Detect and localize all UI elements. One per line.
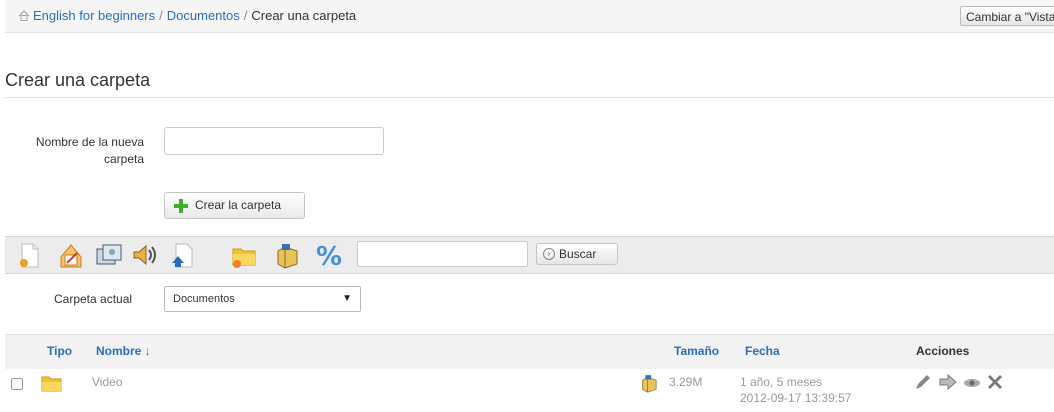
search-input[interactable] (357, 241, 528, 267)
svg-text:%: % (316, 242, 342, 269)
row-name-link[interactable]: Video (92, 375, 122, 389)
table-row: Video 3.29M 1 año, 5 meses 2012-09-17 13… (5, 369, 1054, 412)
breadcrumb-separator: / (159, 8, 163, 23)
page-title: Crear una carpeta (5, 70, 151, 90)
move-arrow-icon[interactable] (938, 372, 958, 392)
chevron-right-icon: › (543, 248, 555, 260)
chevron-down-icon: ▼ (342, 293, 352, 304)
breadcrumb-documents-link[interactable]: Documentos (167, 8, 240, 23)
current-folder-value: Documentos (173, 293, 235, 305)
row-size: 3.29M (669, 375, 703, 389)
folder-icon (41, 376, 62, 392)
edit-pencil-icon[interactable] (913, 372, 933, 392)
quota-icon[interactable]: % (315, 241, 343, 269)
new-document-icon[interactable] (15, 241, 43, 269)
title-divider (5, 97, 1054, 98)
breadcrumb-course-link[interactable]: English for beginners (33, 8, 155, 23)
slideshow-icon[interactable] (95, 241, 123, 269)
column-header-name[interactable]: Nombre ↓ (96, 344, 151, 358)
upload-icon[interactable] (168, 241, 196, 269)
disk-usage-icon[interactable] (273, 241, 301, 269)
row-date-relative: 1 año, 5 meses (740, 375, 823, 389)
current-folder-label: Carpeta actual (54, 292, 133, 306)
delete-x-icon[interactable] (985, 372, 1005, 392)
breadcrumb-separator: / (243, 8, 248, 23)
document-toolbar: % › Buscar (5, 236, 1054, 274)
column-header-date[interactable]: Fecha (745, 344, 780, 358)
current-folder-select[interactable]: Documentos ▼ (164, 286, 361, 312)
folder-name-label: Nombre de la nueva carpeta (35, 135, 144, 166)
column-header-actions: Acciones (916, 344, 970, 358)
column-header-type[interactable]: Tipo (47, 344, 72, 358)
switch-student-view-button[interactable]: Cambiar a "Vista de alumno" (960, 6, 1054, 26)
breadcrumb: English for beginners / Documentos / Crear u… (18, 8, 356, 23)
folder-name-input[interactable] (164, 127, 384, 155)
disk-usage-icon (642, 375, 657, 393)
breadcrumb-bar: English for beginners / Documentos / Crear u… (5, 0, 1054, 33)
new-folder-icon[interactable] (230, 241, 258, 269)
table-header: Tipo Nombre ↓ Tamaño Fecha Acciones (5, 334, 1054, 370)
create-folder-button[interactable]: Crear la carpeta (164, 192, 305, 219)
search-button[interactable]: › Buscar (536, 243, 618, 265)
create-folder-button-label: Crear la carpeta (195, 198, 282, 212)
audio-icon[interactable] (131, 241, 159, 269)
column-header-size[interactable]: Tamaño (674, 344, 719, 358)
plus-icon (174, 199, 188, 213)
row-date-absolute: 2012-09-17 13:39:57 (740, 391, 852, 405)
visibility-eye-icon[interactable] (962, 372, 982, 392)
row-checkbox[interactable] (11, 378, 23, 390)
breadcrumb-current: Crear una carpeta (251, 8, 357, 23)
search-button-label: Buscar (559, 247, 597, 261)
new-template-icon[interactable] (57, 241, 85, 269)
home-icon[interactable] (18, 10, 30, 21)
